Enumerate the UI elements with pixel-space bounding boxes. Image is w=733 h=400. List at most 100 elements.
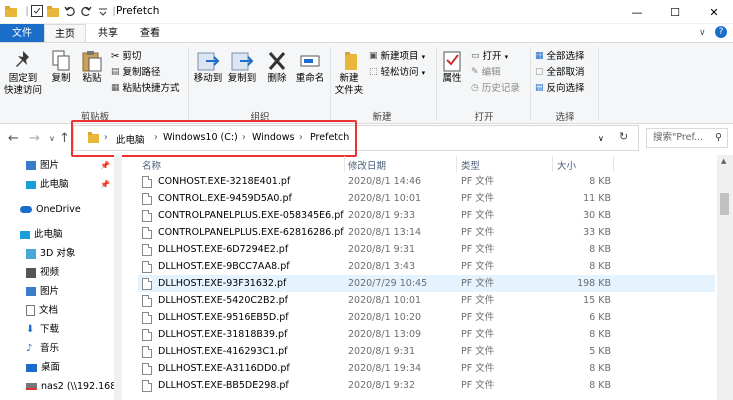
video-icon bbox=[26, 267, 36, 278]
delete-button[interactable]: 删除 bbox=[263, 49, 291, 85]
address-dropdown-icon[interactable]: ∨ bbox=[598, 134, 604, 143]
table-row[interactable]: CONTROL.EXE-9459D5A0.pf 2020/8/1 10:01 PF … bbox=[138, 190, 715, 207]
table-row[interactable]: DLLHOST.EXE-9516EB5D.pf 2020/8/1 10:20 PF … bbox=[138, 309, 715, 326]
new-item-button[interactable]: ▣ 新建项目 ▾ bbox=[369, 50, 425, 63]
back-arrow-icon[interactable]: ← bbox=[8, 131, 19, 146]
edit-button[interactable]: ✎ 编辑 bbox=[471, 66, 501, 79]
file-icon bbox=[142, 210, 152, 222]
cloud-icon bbox=[20, 206, 32, 213]
column-size[interactable]: 大小 bbox=[557, 158, 576, 172]
file-date: 2020/8/1 9:32 bbox=[348, 380, 416, 391]
file-name: DLLHOST.EXE-6D7294E2.pf bbox=[158, 244, 289, 255]
refresh-icon[interactable]: ↻ bbox=[619, 130, 628, 143]
help-icon[interactable]: ? bbox=[715, 26, 727, 38]
new-folder-quick-icon[interactable] bbox=[46, 4, 60, 18]
search-input[interactable]: 搜索"Pref... ⚲ bbox=[646, 128, 728, 148]
recent-locations-icon[interactable]: ∨ bbox=[49, 134, 55, 143]
easy-access-button[interactable]: ⬚ 轻松访问 ▾ bbox=[369, 66, 425, 79]
invert-selection-button[interactable]: ▤ 反向选择 bbox=[535, 82, 585, 95]
paste-shortcut-button[interactable]: ▦ 粘贴快捷方式 bbox=[111, 82, 180, 95]
column-divider[interactable] bbox=[344, 156, 345, 172]
tab-home[interactable]: 主页 bbox=[44, 24, 86, 43]
table-row[interactable]: DLLHOST.EXE-5420C2B2.pf 2020/8/1 10:01 PF … bbox=[138, 292, 715, 309]
sidebar-item-this-pc[interactable]: 此电脑 bbox=[0, 225, 118, 244]
tab-share[interactable]: 共享 bbox=[88, 24, 128, 43]
paste-button[interactable]: 粘贴 bbox=[78, 49, 106, 85]
file-size: 198 KB bbox=[577, 278, 611, 289]
table-row[interactable]: DLLHOST.EXE-9BCC7AA8.pf 2020/8/1 3:43 PF 文… bbox=[138, 258, 715, 275]
column-divider[interactable] bbox=[456, 156, 457, 172]
column-date[interactable]: 修改日期 bbox=[348, 158, 386, 172]
table-row[interactable]: DLLHOST.EXE-416293C1.pf 2020/8/1 9:31 PF 文… bbox=[138, 343, 715, 360]
copy-to-button[interactable]: 复制到 bbox=[226, 49, 258, 85]
properties-button[interactable]: 属性 bbox=[438, 49, 466, 85]
sidebar-item-music[interactable]: ♪ 音乐 bbox=[0, 339, 118, 358]
table-row[interactable]: DLLHOST.EXE-BB5DE298.pf 2020/8/1 9:32 PF 文… bbox=[138, 377, 715, 394]
paste-icon bbox=[82, 51, 102, 72]
open-button[interactable]: ▭ 打开 ▾ bbox=[471, 50, 508, 63]
search-icon: ⚲ bbox=[715, 132, 722, 143]
file-type: PF 文件 bbox=[461, 346, 495, 357]
sidebar-item-pictures-pinned[interactable]: 图片 📌 bbox=[0, 156, 118, 175]
sidebar-item-videos[interactable]: 视频 bbox=[0, 263, 118, 282]
select-none-button[interactable]: ▢ 全部取消 bbox=[535, 66, 585, 79]
sidebar-item-desktop[interactable]: 桌面 bbox=[0, 358, 118, 377]
file-size: 8 KB bbox=[589, 380, 611, 391]
pin-quick-access-button[interactable]: 固定到 快速访问 bbox=[4, 49, 42, 97]
tab-file[interactable]: 文件 bbox=[0, 24, 44, 43]
table-row[interactable]: CONTROLPANELPLUS.EXE-058345E6.pf 2020/8/1… bbox=[138, 207, 715, 224]
sidebar-item-documents[interactable]: 文档 bbox=[0, 301, 118, 320]
table-row-selected[interactable]: DLLHOST.EXE-93F31632.pf 2020/7/29 10:45 PF… bbox=[138, 275, 715, 292]
ribbon: 固定到 快速访问 复制 粘贴 ✂ 剪切 ▤ 复制路径 ▦ 粘贴快捷方式 剪贴板 … bbox=[0, 42, 733, 124]
cut-button[interactable]: ✂ 剪切 bbox=[111, 50, 141, 63]
redo-icon[interactable] bbox=[79, 4, 93, 18]
tab-view[interactable]: 查看 bbox=[130, 24, 170, 43]
select-all-icon: ▦ bbox=[535, 51, 544, 61]
sidebar-item-this-pc-pinned[interactable]: 此电脑 📌 bbox=[0, 175, 118, 194]
file-type: PF 文件 bbox=[461, 278, 495, 289]
sidebar-item-downloads[interactable]: ⬇ 下载 bbox=[0, 320, 118, 339]
file-date: 2020/8/1 9:33 bbox=[348, 210, 416, 221]
history-icon: ◷ bbox=[471, 83, 479, 93]
table-row[interactable]: DLLHOST.EXE-6D7294E2.pf 2020/8/1 9:31 PF 文… bbox=[138, 241, 715, 258]
sidebar-item-pictures[interactable]: 图片 bbox=[0, 282, 118, 301]
file-name: CONTROLPANELPLUS.EXE-058345E6.pf bbox=[158, 210, 344, 221]
table-row[interactable]: DLLHOST.EXE-A3116DD0.pf 2020/8/1 19:34 PF … bbox=[138, 360, 715, 377]
file-type: PF 文件 bbox=[461, 261, 495, 272]
new-folder-button[interactable]: 新建 文件夹 bbox=[333, 49, 365, 97]
properties-quick-icon[interactable] bbox=[30, 4, 44, 18]
table-row[interactable]: DLLHOST.EXE-31818B39.pf 2020/8/1 13:09 PF … bbox=[138, 326, 715, 343]
select-all-button[interactable]: ▦ 全部选择 bbox=[535, 50, 585, 63]
table-row[interactable]: CONTROLPANELPLUS.EXE-62816286.pf 2020/8/1… bbox=[138, 224, 715, 241]
column-type[interactable]: 类型 bbox=[461, 158, 480, 172]
scroll-up-icon[interactable]: ▲ bbox=[721, 157, 726, 165]
forward-arrow-icon[interactable]: → bbox=[29, 131, 40, 146]
file-list-scrollbar[interactable]: ▲ bbox=[717, 155, 733, 400]
maximize-button[interactable]: ☐ bbox=[656, 0, 694, 24]
close-button[interactable]: ✕ bbox=[695, 0, 733, 24]
scissors-icon: ✂ bbox=[111, 51, 120, 62]
sidebar-item-nas2[interactable]: nas2 (\\192.168 bbox=[0, 377, 114, 396]
sidebar-scrollbar[interactable] bbox=[114, 155, 122, 400]
undo-icon[interactable] bbox=[63, 4, 77, 18]
copy-path-button[interactable]: ▤ 复制路径 bbox=[111, 66, 161, 79]
rename-button[interactable]: 重命名 bbox=[294, 49, 326, 85]
select-group-label: 选择 bbox=[555, 112, 575, 123]
collapse-ribbon-icon[interactable]: ∨ bbox=[699, 28, 706, 38]
move-to-button[interactable]: 移动到 bbox=[192, 49, 224, 85]
sidebar-item-3d-objects[interactable]: 3D 对象 bbox=[0, 244, 118, 263]
table-row[interactable]: CONHOST.EXE-3218E401.pf 2020/8/1 14:46 PF … bbox=[138, 173, 715, 190]
group-separator bbox=[436, 47, 437, 121]
copy-button[interactable]: 复制 bbox=[47, 49, 75, 85]
sidebar-item-onedrive[interactable]: OneDrive bbox=[0, 200, 118, 219]
minimize-button[interactable]: — bbox=[618, 0, 656, 24]
column-divider[interactable] bbox=[613, 156, 614, 172]
history-button[interactable]: ◷ 历史记录 bbox=[471, 82, 520, 95]
dropdown-arrow-icon: ▾ bbox=[421, 53, 426, 61]
file-size: 8 KB bbox=[589, 176, 611, 187]
file-icon bbox=[142, 363, 152, 375]
column-divider[interactable] bbox=[552, 156, 553, 172]
column-name[interactable]: 名称 bbox=[142, 158, 161, 172]
up-arrow-icon[interactable]: ↑ bbox=[59, 131, 70, 146]
scrollbar-thumb[interactable] bbox=[720, 193, 729, 215]
